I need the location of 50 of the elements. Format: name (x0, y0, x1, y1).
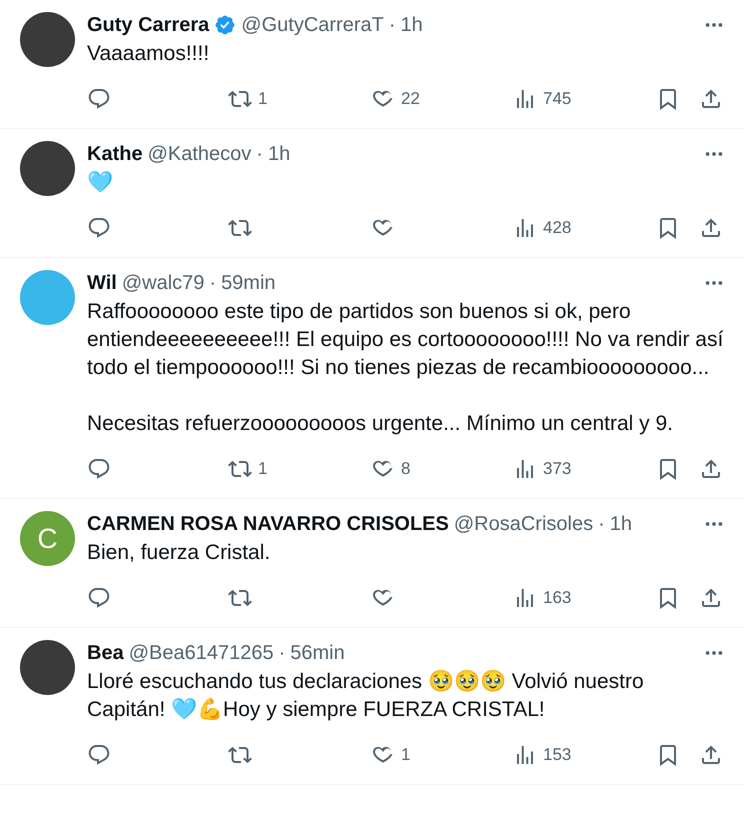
separator-dot: · (278, 641, 286, 666)
reply-card[interactable]: Kathe @Kathecov · 1h 🩵 428 (0, 129, 745, 258)
reply-card[interactable]: Guty Carrera @GutyCarreraT · 1h Vaaaamos!!!! 1 22 745 (0, 0, 745, 129)
reply-icon[interactable] (87, 216, 111, 240)
repost-count: 1 (258, 459, 268, 479)
share-icon[interactable] (699, 586, 723, 610)
user-name[interactable]: Kathe (87, 141, 143, 167)
reply-text: Lloré escuchando tus declaraciones 🥹🥹🥹 Volvió nuestro Capitán! 🩵💪Hoy y siempre FUERZA CRISTAL! (87, 669, 645, 723)
reply-text: Necesitas refuerzooooooooos urgente... Mínimo un central y 9. (87, 411, 674, 437)
user-handle[interactable]: @walc79 (122, 270, 204, 296)
user-name[interactable]: Guty Carrera (87, 12, 210, 38)
reply-icon[interactable] (87, 87, 111, 111)
reply-icon[interactable] (87, 457, 111, 481)
separator-dot: · (598, 512, 605, 537)
user-handle[interactable]: @Bea61471265 (128, 640, 274, 666)
reply-text: 🩵 (87, 170, 114, 196)
user-name[interactable]: Wil (87, 270, 117, 296)
reply-text: Bien, fuerza Cristal. (87, 540, 272, 566)
reply-card[interactable]: Bea @Bea61471265 · 56min Lloré escuchando tus declaraciones 🥹🥹🥹 Volvió nuestro Capitán! 🩵💪Hoy y siempre FUERZA CRISTAL! 1 153 (0, 628, 745, 785)
post-time[interactable]: 56min (290, 640, 345, 666)
reply-icon[interactable] (87, 586, 111, 610)
like-count: 1 (401, 745, 410, 765)
view-count: 163 (543, 588, 572, 608)
repost-count: 1 (258, 89, 268, 109)
user-handle[interactable]: @GutyCarreraT (241, 12, 384, 38)
view-count: 745 (543, 89, 572, 109)
like-count: 22 (401, 89, 420, 109)
post-time[interactable]: 1h (400, 12, 423, 38)
share-icon[interactable] (699, 216, 723, 240)
view-count: 373 (543, 459, 572, 479)
share-icon[interactable] (699, 743, 723, 767)
view-count: 153 (543, 745, 572, 765)
reply-text: Raffoooooooo este tipo de partidos son buenos si ok, pero entiendeeeeeeeeee!!! El equipo es cortoooooooo!!!! No va rendir así todo el tiempoooooo!!! Si no tienes piezas de recambiooooooooo... (87, 299, 724, 381)
like-count: 8 (401, 459, 410, 479)
post-time[interactable]: 59min (221, 270, 276, 296)
post-time[interactable]: 1h (610, 511, 632, 537)
separator-dot: · (256, 142, 263, 167)
share-icon[interactable] (699, 457, 723, 481)
user-name[interactable]: CARMEN ROSA NAVARRO CRISOLES (87, 511, 449, 537)
user-handle[interactable]: @Kathecov (148, 141, 252, 167)
user-handle[interactable]: @RosaCrisoles (454, 511, 594, 537)
reply-card[interactable]: C CARMEN ROSA NAVARRO CRISOLES @RosaCrisoles · 1h Bien, fuerza Cristal. 163 (0, 499, 745, 628)
separator-dot: · (209, 271, 216, 296)
reply-text: Vaaaamos!!!! (87, 41, 210, 67)
reply-icon[interactable] (87, 743, 111, 767)
view-count: 428 (543, 218, 572, 238)
user-name[interactable]: Bea (87, 640, 124, 666)
separator-dot: · (388, 13, 396, 38)
post-time[interactable]: 1h (268, 141, 290, 167)
share-icon[interactable] (699, 87, 723, 111)
